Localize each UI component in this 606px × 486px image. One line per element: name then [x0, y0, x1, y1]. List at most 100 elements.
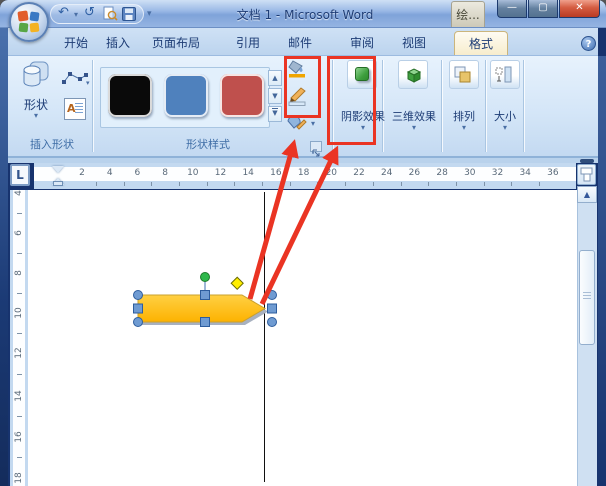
close-button[interactable]: ✕ [559, 0, 600, 18]
h-ruler-tick [428, 182, 430, 186]
gallery-up-icon[interactable]: ▲ [268, 70, 282, 86]
tab-邮件[interactable]: 邮件 [278, 31, 322, 55]
undo-icon[interactable]: ↶ [58, 4, 69, 22]
shape-fill-dropdown-icon[interactable]: ▾ [311, 120, 315, 128]
edit-points-icon: ▾ [62, 72, 90, 87]
h-ruler-number: 28 [436, 168, 448, 178]
tab-格式[interactable]: 格式 [454, 31, 508, 55]
window-border-left [0, 28, 8, 486]
h-ruler-number: 6 [134, 168, 141, 178]
v-ruler-number: 4 [14, 190, 24, 196]
v-ruler-tick [17, 333, 22, 334]
h-ruler-tick [483, 182, 485, 186]
gallery-down-icon[interactable]: ▼ [268, 88, 282, 104]
v-ruler-number: 12 [14, 347, 24, 359]
h-ruler-tick [539, 182, 540, 186]
qat-customize-icon[interactable]: ▾ [147, 10, 152, 19]
tab-页面布局[interactable]: 页面布局 [140, 31, 212, 55]
text-box-button[interactable]: A [64, 98, 86, 120]
contextual-tab-group-label[interactable]: 绘... [451, 1, 485, 27]
tab-开始[interactable]: 开始 [54, 31, 98, 55]
h-ruler-tick [400, 182, 402, 186]
h-ruler-tick [234, 182, 236, 186]
arrange-button[interactable]: 排列 ▾ [445, 58, 483, 138]
three-d-effects-icon [404, 65, 424, 89]
shape-style-swatch-3[interactable] [220, 74, 264, 117]
group-label-shape-styles: 形状样式 [186, 138, 230, 151]
scroll-up-icon[interactable]: ▲ [577, 186, 597, 203]
h-ruler-number: 8 [162, 168, 168, 178]
arrange-label: 排列 [453, 110, 475, 123]
tab-插入[interactable]: 插入 [96, 31, 140, 55]
shapes-icon [20, 60, 52, 94]
three-d-effects-label: 三维效果 [392, 110, 436, 123]
group-label-insert-shapes: 插入形状 [30, 138, 74, 151]
ribbon-tab-row: 开始 插入 页面布局 引用 邮件 审阅 视图 格式 [8, 28, 598, 56]
annotation-box-shadow-effects [327, 56, 376, 145]
h-ruler-number: 18 [297, 168, 310, 178]
h-ruler-number: 30 [464, 168, 476, 178]
shapes-button[interactable]: 形状 ▾ [14, 60, 58, 126]
shape-style-swatch-2[interactable] [164, 74, 208, 117]
vertical-ruler[interactable]: 4 6 8 10 12 14 16 18 [10, 190, 28, 486]
shape-styles-dialog-launcher[interactable] [310, 141, 322, 157]
h-ruler-number: 26 [408, 168, 421, 178]
restore-button[interactable]: ▢ [528, 0, 558, 18]
h-ruler-tick [345, 182, 347, 186]
h-ruler-tick [262, 182, 263, 186]
h-ruler-number: 2 [79, 168, 85, 178]
tab-审阅[interactable]: 审阅 [340, 31, 384, 55]
window-border-right [598, 56, 606, 486]
help-icon[interactable]: ? [581, 36, 596, 51]
horizontal-ruler[interactable]: 2 4 6 8 10 12 14 16 18 20 22 24 26 28 30 32 34 36 [34, 163, 576, 189]
word-window: 文档 1 - Microsoft Word 绘... ↶ ▾ ↺ ▾ — ▢ ✕… [0, 0, 606, 486]
h-ruler-number: 22 [353, 168, 365, 178]
h-ruler-number: 12 [214, 168, 227, 178]
v-ruler-number: 18 [14, 472, 24, 484]
print-preview-icon[interactable] [103, 6, 118, 25]
h-ruler-number: 16 [270, 168, 282, 178]
undo-dropdown-icon[interactable]: ▾ [74, 11, 78, 19]
left-indent-marker[interactable] [53, 181, 63, 186]
arrange-dropdown-icon: ▾ [461, 123, 466, 132]
v-ruler-number: 6 [14, 230, 24, 236]
shape-styles-gallery [100, 67, 270, 128]
h-ruler-tick [317, 182, 319, 186]
shape-style-swatch-1[interactable] [108, 74, 152, 117]
document-page[interactable] [28, 190, 577, 486]
gallery-more-icon[interactable]: ▼ [268, 106, 282, 122]
v-ruler-number: 10 [14, 307, 24, 319]
office-logo-icon [17, 10, 40, 33]
h-ruler-number: 36 [547, 168, 559, 178]
size-icon [495, 66, 513, 88]
annotation-box-fill-outline [284, 56, 321, 118]
size-label: 大小 [494, 110, 516, 123]
h-ruler-number: 34 [519, 168, 531, 178]
tab-引用[interactable]: 引用 [226, 31, 270, 55]
three-d-effects-dropdown-icon: ▾ [411, 123, 416, 132]
three-d-effects-button[interactable]: 三维效果 ▾ [389, 58, 439, 138]
ruler-toggle-icon [580, 167, 593, 182]
shapes-dropdown-icon: ▾ [33, 111, 38, 120]
svg-text:▾: ▾ [86, 79, 90, 87]
view-ruler-toggle-button[interactable] [577, 164, 596, 185]
tab-stop-selector[interactable]: L [10, 164, 30, 186]
office-button[interactable] [9, 2, 49, 42]
tab-视图[interactable]: 视图 [392, 31, 436, 55]
v-ruler-number: 16 [14, 431, 24, 443]
v-ruler-tick [17, 293, 22, 294]
minimize-button[interactable]: — [497, 0, 527, 18]
v-ruler-tick [17, 253, 22, 254]
scrollbar-thumb-grip [583, 292, 591, 299]
v-ruler-tick [17, 213, 22, 214]
split-handle[interactable] [580, 159, 594, 163]
h-ruler-number: 10 [187, 168, 199, 178]
v-ruler-tick [17, 374, 22, 375]
v-ruler-number: 8 [14, 270, 24, 276]
save-icon[interactable] [122, 6, 136, 25]
edit-points-button[interactable]: ▾ [60, 70, 90, 92]
h-ruler-tick [151, 182, 153, 186]
redo-icon[interactable]: ↺ [84, 4, 95, 22]
h-ruler-tick [123, 182, 125, 186]
size-button[interactable]: 大小 ▾ [487, 58, 523, 138]
